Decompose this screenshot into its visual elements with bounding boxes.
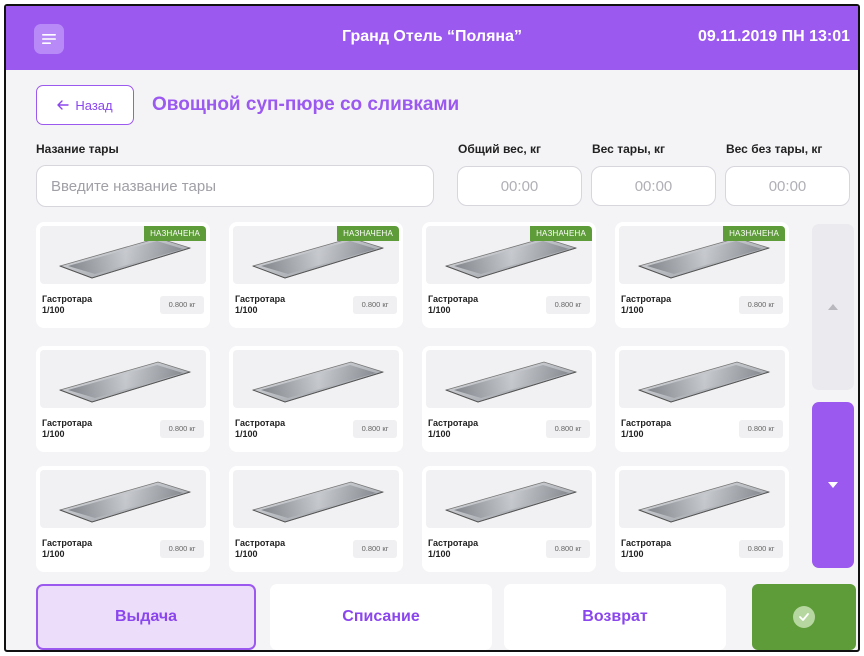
container-photo: НАЗНАЧЕНА <box>426 226 592 284</box>
arrow-left-icon <box>57 100 70 110</box>
container-weight: 0.800 кг <box>739 420 783 438</box>
gastronorm-tray-image <box>637 361 771 403</box>
assigned-badge: НАЗНАЧЕНА <box>144 226 206 241</box>
container-weight: 0.800 кг <box>160 540 204 558</box>
container-card[interactable]: НАЗНАЧЕНА Гастротара 1/100 0.800 кг <box>615 222 789 328</box>
container-card[interactable]: Гастротара 1/100 0.800 кг <box>36 346 210 452</box>
net-weight-input[interactable]: 00:00 <box>725 166 850 206</box>
container-name: Гастротара 1/100 <box>42 294 93 315</box>
container-name-input[interactable] <box>36 165 434 207</box>
confirm-button[interactable] <box>752 584 856 650</box>
container-photo <box>426 350 592 408</box>
assigned-badge: НАЗНАЧЕНА <box>530 226 592 241</box>
container-photo <box>619 470 785 528</box>
container-weight: 0.800 кг <box>353 296 397 314</box>
container-card[interactable]: НАЗНАЧЕНА Гастротара 1/100 0.800 кг <box>229 222 403 328</box>
container-card[interactable]: Гастротара 1/100 0.800 кг <box>36 466 210 572</box>
container-card[interactable]: Гастротара 1/100 0.800 кг <box>422 466 596 572</box>
tare-weight-label: Вес тары, кг <box>592 142 665 156</box>
container-name: Гастротара 1/100 <box>235 418 286 439</box>
container-photo <box>233 350 399 408</box>
gastronorm-tray-image <box>251 481 385 523</box>
container-name: Гастротара 1/100 <box>428 294 479 315</box>
gastronorm-tray-image <box>444 481 578 523</box>
dish-title: Овощной суп-пюре со сливками <box>152 94 460 115</box>
container-weight: 0.800 кг <box>546 296 590 314</box>
container-card[interactable]: Гастротара 1/100 0.800 кг <box>615 466 789 572</box>
container-card[interactable]: НАЗНАЧЕНА Гастротара 1/100 0.800 кг <box>422 222 596 328</box>
check-circle-icon <box>793 606 815 628</box>
container-photo <box>40 470 206 528</box>
container-card[interactable]: Гастротара 1/100 0.800 кг <box>229 346 403 452</box>
scroll-down-button[interactable] <box>812 402 854 568</box>
date-time: 09.11.2019 ПН 13:01 <box>697 28 850 45</box>
container-name: Гастротара 1/100 <box>428 418 479 439</box>
container-name: Гастротара 1/100 <box>42 418 93 439</box>
container-name: Гастротара 1/100 <box>428 538 479 559</box>
container-name: Гастротара 1/100 <box>42 538 93 559</box>
return-button[interactable]: Возврат <box>504 584 726 650</box>
scroll-up-button[interactable] <box>812 224 854 390</box>
container-card[interactable]: Гастротара 1/100 0.800 кг <box>229 466 403 572</box>
total-weight-label: Общий вес, кг <box>458 142 542 156</box>
container-name: Гастротара 1/100 <box>621 294 672 315</box>
container-photo <box>619 350 785 408</box>
triangle-up-icon <box>828 304 838 310</box>
gastronorm-tray-image <box>58 481 192 523</box>
container-photo: НАЗНАЧЕНА <box>233 226 399 284</box>
container-name: Гастротара 1/100 <box>621 418 672 439</box>
container-weight: 0.800 кг <box>546 540 590 558</box>
container-photo <box>40 350 206 408</box>
container-photo <box>426 470 592 528</box>
issue-button[interactable]: Выдача <box>36 584 256 650</box>
assigned-badge: НАЗНАЧЕНА <box>337 226 399 241</box>
gastronorm-tray-image <box>444 361 578 403</box>
container-card[interactable]: Гастротара 1/100 0.800 кг <box>422 346 596 452</box>
tare-weight-input[interactable]: 00:00 <box>591 166 716 206</box>
total-weight-input[interactable]: 00:00 <box>457 166 582 206</box>
net-weight-label: Вес без тары, кг <box>726 142 823 156</box>
assigned-badge: НАЗНАЧЕНА <box>723 226 785 241</box>
container-name: Гастротара 1/100 <box>235 538 286 559</box>
container-photo: НАЗНАЧЕНА <box>619 226 785 284</box>
container-name: Гастротара 1/100 <box>621 538 672 559</box>
back-button[interactable]: Назад <box>36 85 134 125</box>
gastronorm-tray-image <box>251 361 385 403</box>
container-card[interactable]: НАЗНАЧЕНА Гастротара 1/100 0.800 кг <box>36 222 210 328</box>
container-weight: 0.800 кг <box>353 420 397 438</box>
triangle-down-icon <box>828 482 838 488</box>
container-name-label: Назание тары <box>36 142 119 156</box>
container-card[interactable]: Гастротара 1/100 0.800 кг <box>615 346 789 452</box>
container-weight: 0.800 кг <box>739 296 783 314</box>
container-photo: НАЗНАЧЕНА <box>40 226 206 284</box>
container-weight: 0.800 кг <box>160 420 204 438</box>
app-window: Гранд Отель “Поляна” 09.11.2019 ПН 13:01… <box>4 4 860 652</box>
back-button-label: Назад <box>75 97 113 113</box>
container-weight: 0.800 кг <box>353 540 397 558</box>
container-weight: 0.800 кг <box>160 296 204 314</box>
container-name: Гастротара 1/100 <box>235 294 286 315</box>
gastronorm-tray-image <box>637 481 771 523</box>
container-weight: 0.800 кг <box>546 420 590 438</box>
container-weight: 0.800 кг <box>739 540 783 558</box>
writeoff-button[interactable]: Списание <box>270 584 492 650</box>
container-photo <box>233 470 399 528</box>
top-bar: Гранд Отель “Поляна” 09.11.2019 ПН 13:01 <box>6 6 858 70</box>
gastronorm-tray-image <box>58 361 192 403</box>
